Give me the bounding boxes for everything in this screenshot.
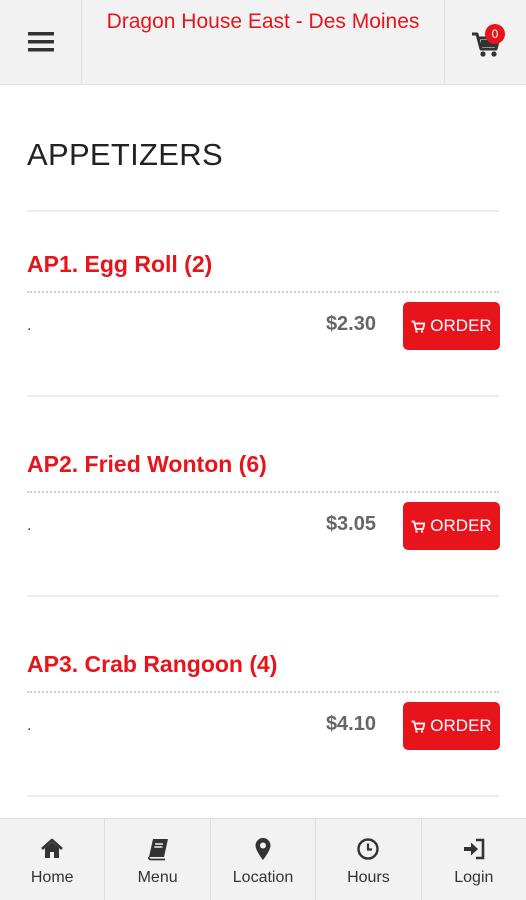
menu-item: AP1. Egg Roll (2) . $2.30 ORDER: [0, 251, 526, 451]
cart-plus-icon: [411, 520, 426, 533]
nav-menu[interactable]: Menu: [105, 819, 211, 900]
menu-content: APPETIZERS AP1. Egg Roll (2) . $2.30 ORD…: [0, 85, 526, 818]
nav-label: Location: [232, 869, 294, 886]
bottom-nav: Home Menu Location Hours Login: [0, 818, 526, 900]
dotted-divider: [27, 691, 499, 693]
section-divider: [27, 210, 499, 212]
sign-in-icon: [463, 838, 485, 860]
menu-item: AP2. Fried Wonton (6) . $3.05 ORDER: [0, 451, 526, 651]
item-description: .: [27, 517, 32, 534]
nav-label: Home: [30, 869, 74, 886]
map-marker-icon: [255, 838, 271, 860]
restaurant-title: Dragon House East - Des Moines: [106, 10, 420, 33]
item-description: .: [27, 717, 32, 734]
section-title: APPETIZERS: [27, 137, 223, 172]
nav-location[interactable]: Location: [211, 819, 317, 900]
menu-item: AP3. Crab Rangoon (4) . $4.10 ORDER: [0, 651, 526, 818]
item-name: AP1. Egg Roll (2): [27, 251, 213, 277]
item-price: $2.30: [325, 313, 376, 335]
hamburger-icon: [27, 32, 54, 52]
order-label: ORDER: [430, 316, 492, 335]
dotted-divider: [27, 491, 499, 493]
menu-toggle-button[interactable]: [0, 0, 82, 84]
cart-plus-icon: [411, 720, 426, 733]
item-name: AP2. Fried Wonton (6): [27, 451, 267, 477]
dotted-divider: [27, 291, 499, 293]
item-divider: [27, 795, 499, 797]
app: Dragon House East - Des Moines 0 APPETIZ…: [0, 0, 526, 900]
item-price: $3.05: [325, 513, 376, 535]
nav-label: Hours: [347, 869, 390, 886]
item-divider: [27, 395, 499, 397]
order-button[interactable]: ORDER: [403, 702, 500, 750]
nav-label: Menu: [137, 869, 178, 886]
cart-count-badge: 0: [485, 24, 505, 44]
nav-hours[interactable]: Hours: [316, 819, 422, 900]
order-button[interactable]: ORDER: [403, 502, 500, 550]
home-icon: [41, 838, 64, 858]
top-bar: Dragon House East - Des Moines 0: [0, 0, 526, 85]
item-description: .: [27, 317, 32, 334]
nav-label: Login: [454, 869, 494, 886]
nav-home[interactable]: Home: [0, 819, 106, 900]
order-label: ORDER: [430, 516, 492, 535]
cart-plus-icon: [411, 320, 426, 333]
order-button[interactable]: ORDER: [403, 302, 500, 350]
item-name: AP3. Crab Rangoon (4): [27, 651, 278, 677]
item-divider: [27, 595, 499, 597]
clock-icon: [357, 838, 380, 860]
item-price: $4.10: [325, 713, 376, 735]
nav-login[interactable]: Login: [422, 819, 526, 900]
book-icon: [147, 839, 168, 861]
order-label: ORDER: [430, 716, 492, 735]
cart-button[interactable]: 0: [444, 0, 526, 84]
